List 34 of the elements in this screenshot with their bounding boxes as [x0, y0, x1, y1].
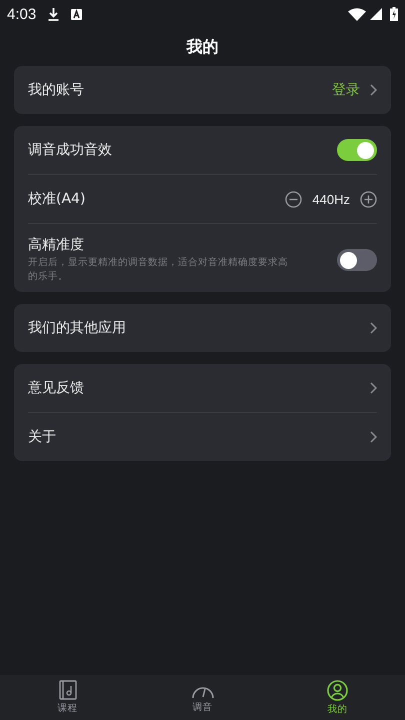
menu-row[interactable]: 关于: [28, 412, 377, 461]
row-label: 关于: [28, 428, 57, 446]
row-label: 意见反馈: [28, 379, 85, 397]
notification-icon: [71, 8, 82, 20]
battery-icon: [390, 7, 398, 21]
login-link[interactable]: 登录: [332, 81, 360, 99]
wifi-icon: [348, 8, 366, 20]
status-time: 4:03: [7, 6, 36, 22]
menu-row[interactable]: 意见反馈: [28, 364, 377, 412]
nav-tab[interactable]: 课程: [0, 675, 135, 720]
row-label: 我的账号: [28, 81, 85, 99]
page-title: 我的: [186, 36, 218, 58]
row-label: 高精准度: [28, 236, 85, 254]
chevron-right-icon: [370, 322, 377, 334]
row-description: 开启后，显示更精准的调音数据，适合对音准精确度要求高的乐手。: [28, 256, 289, 284]
book-icon: [58, 680, 76, 700]
frequency-value: 440Hz: [312, 192, 350, 206]
minus-button[interactable]: [285, 190, 302, 208]
row-label: 调音成功音效: [28, 141, 113, 159]
toggle-switch[interactable]: [337, 139, 377, 161]
menu-row[interactable]: 我们的其他应用: [28, 304, 377, 352]
user-icon: [327, 680, 348, 700]
nav-tab[interactable]: 我的: [270, 675, 405, 720]
menu-row[interactable]: 我的账号 登录: [28, 66, 377, 114]
download-icon: [48, 8, 60, 20]
signal-icon: [370, 8, 382, 20]
row-label: 我们的其他应用: [28, 319, 127, 337]
toggle-switch[interactable]: [337, 249, 377, 271]
row-label: 校准(A4): [28, 190, 86, 208]
chevron-right-icon: [370, 431, 377, 443]
nav-tab[interactable]: 调音: [135, 675, 270, 720]
plus-button[interactable]: [360, 190, 377, 208]
chevron-right-icon: [370, 84, 377, 96]
chevron-right-icon: [370, 382, 377, 394]
